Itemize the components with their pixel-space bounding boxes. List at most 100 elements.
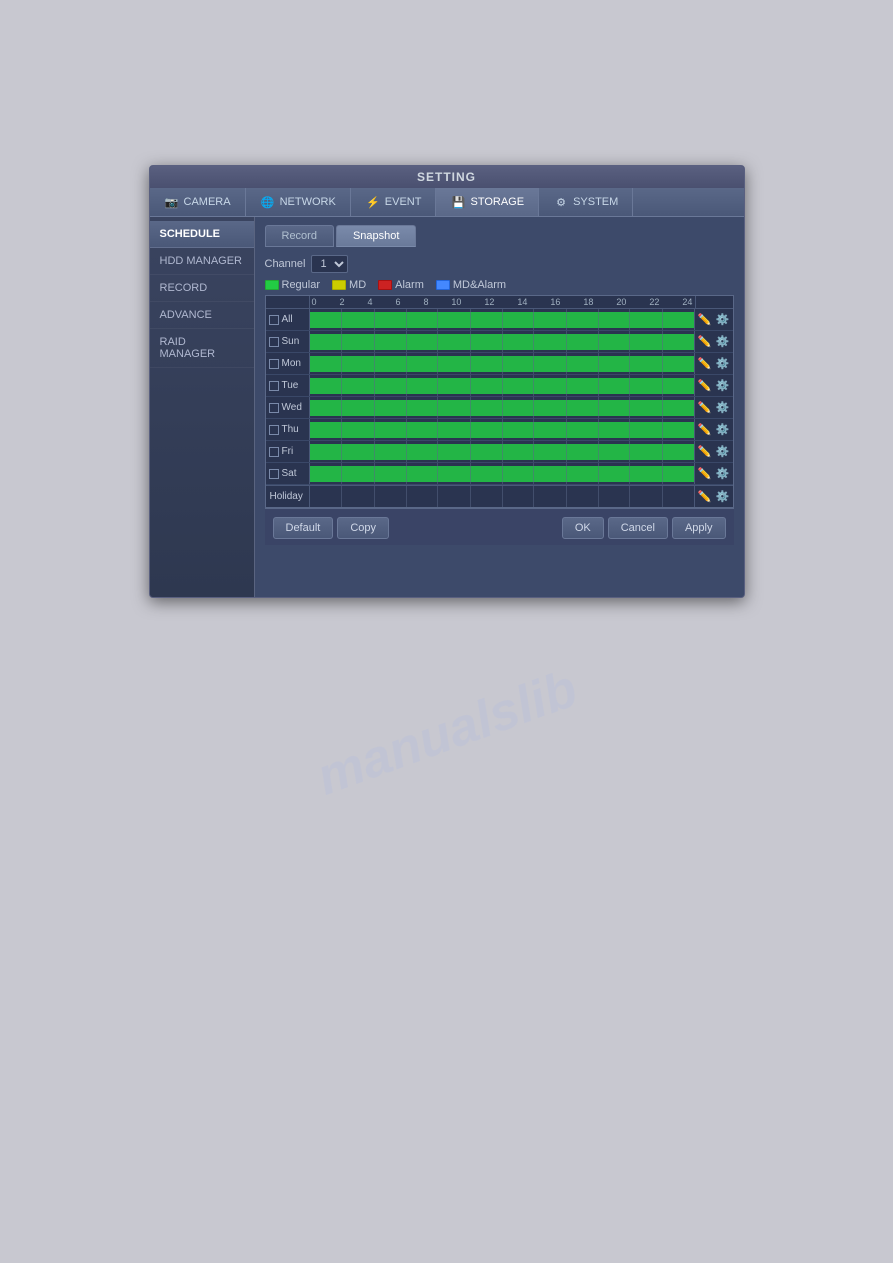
nav-network[interactable]: 🌐 NETWORK: [246, 188, 351, 216]
edit-icon-wed[interactable]: ✏️: [697, 400, 713, 416]
settings-icon-sat[interactable]: ⚙️: [715, 466, 731, 482]
row-label-all: All: [266, 309, 310, 330]
legend-mdalarm-box: [436, 280, 450, 290]
nav-bar: 📷 CAMERA 🌐 NETWORK ⚡ EVENT 💾 STORAGE ⚙ S…: [150, 188, 744, 217]
ok-button[interactable]: OK: [562, 517, 604, 539]
tab-record[interactable]: Record: [265, 225, 334, 247]
camera-icon: 📷: [164, 194, 180, 210]
checkbox-mon[interactable]: [269, 359, 279, 369]
edit-icon-all[interactable]: ✏️: [697, 312, 713, 328]
settings-icon-tue[interactable]: ⚙️: [715, 378, 731, 394]
checkbox-thu[interactable]: [269, 425, 279, 435]
cancel-button[interactable]: Cancel: [608, 517, 668, 539]
edit-icon-sun[interactable]: ✏️: [697, 334, 713, 350]
bar-container-fri[interactable]: [310, 441, 694, 462]
legend-alarm-label: Alarm: [395, 279, 424, 291]
grid-lines-holiday: [310, 486, 694, 507]
row-actions-fri: ✏️ ⚙️: [694, 441, 733, 462]
bottom-right: OK Cancel Apply: [562, 517, 726, 539]
channel-select[interactable]: 1234 5678: [311, 255, 348, 273]
bar-container-sat[interactable]: [310, 463, 694, 484]
storage-icon: 💾: [450, 194, 466, 210]
watermark: manualslib: [309, 658, 585, 807]
edit-icon-thu[interactable]: ✏️: [697, 422, 713, 438]
sidebar-item-record[interactable]: RECORD: [150, 275, 254, 302]
sidebar: SCHEDULE HDD MANAGER RECORD ADVANCE RAID…: [150, 217, 255, 597]
bar-container-holiday[interactable]: [310, 486, 694, 507]
row-label-tue: Tue: [266, 375, 310, 396]
settings-icon-fri[interactable]: ⚙️: [715, 444, 731, 460]
bottom-left: Default Copy: [273, 517, 390, 539]
channel-row: Channel 1234 5678: [265, 255, 734, 273]
schedule-row-holiday: Holiday ✏️ ⚙️: [266, 485, 733, 507]
sidebar-item-schedule[interactable]: SCHEDULE: [150, 221, 254, 248]
apply-button[interactable]: Apply: [672, 517, 726, 539]
bar-container-mon[interactable]: [310, 353, 694, 374]
row-label-mon: Mon: [266, 353, 310, 374]
schedule-grid: 0 2 4 6 8 10 12 14 16 18 20 22 24: [265, 295, 734, 508]
bar-container-wed[interactable]: [310, 397, 694, 418]
edit-icon-mon[interactable]: ✏️: [697, 356, 713, 372]
row-actions-thu: ✏️ ⚙️: [694, 419, 733, 440]
schedule-bar-fri: [310, 444, 694, 460]
nav-storage-label: STORAGE: [470, 196, 524, 208]
bar-container-thu[interactable]: [310, 419, 694, 440]
checkbox-tue[interactable]: [269, 381, 279, 391]
row-actions-tue: ✏️ ⚙️: [694, 375, 733, 396]
default-button[interactable]: Default: [273, 517, 334, 539]
legend-regular-box: [265, 280, 279, 290]
settings-icon-sun[interactable]: ⚙️: [715, 334, 731, 350]
settings-icon-holiday[interactable]: ⚙️: [715, 489, 731, 505]
nav-system[interactable]: ⚙ SYSTEM: [539, 188, 633, 216]
nav-camera[interactable]: 📷 CAMERA: [150, 188, 246, 216]
schedule-bar-thu: [310, 422, 694, 438]
row-actions-mon: ✏️ ⚙️: [694, 353, 733, 374]
settings-icon-mon[interactable]: ⚙️: [715, 356, 731, 372]
row-label-sun: Sun: [266, 331, 310, 352]
checkbox-all[interactable]: [269, 315, 279, 325]
nav-storage[interactable]: 💾 STORAGE: [436, 188, 539, 216]
schedule-row-thu: Thu ✏️: [266, 419, 733, 441]
row-actions-all: ✏️ ⚙️: [694, 309, 733, 330]
settings-icon-wed[interactable]: ⚙️: [715, 400, 731, 416]
grid-label-col-header: [266, 296, 310, 308]
row-label-fri: Fri: [266, 441, 310, 462]
row-actions-holiday: ✏️ ⚙️: [694, 486, 733, 507]
window-title: SETTING: [417, 170, 476, 184]
bar-container-sun[interactable]: [310, 331, 694, 352]
legend-mdalarm: MD&Alarm: [436, 279, 506, 291]
main-window: SETTING 📷 CAMERA 🌐 NETWORK ⚡ EVENT 💾 STO…: [149, 165, 745, 598]
legend-md: MD: [332, 279, 366, 291]
schedule-row-fri: Fri ✏️: [266, 441, 733, 463]
nav-event[interactable]: ⚡ EVENT: [351, 188, 437, 216]
row-actions-sat: ✏️ ⚙️: [694, 463, 733, 484]
edit-icon-fri[interactable]: ✏️: [697, 444, 713, 460]
edit-icon-sat[interactable]: ✏️: [697, 466, 713, 482]
legend-md-box: [332, 280, 346, 290]
settings-icon-all[interactable]: ⚙️: [715, 312, 731, 328]
copy-button[interactable]: Copy: [337, 517, 389, 539]
edit-icon-holiday[interactable]: ✏️: [697, 489, 713, 505]
legend-row: Regular MD Alarm MD&Alarm: [265, 279, 734, 291]
bar-container-all[interactable]: [310, 309, 694, 330]
grid-header: 0 2 4 6 8 10 12 14 16 18 20 22 24: [266, 296, 733, 309]
grid-times: 0 2 4 6 8 10 12 14 16 18 20 22 24: [310, 296, 695, 308]
bar-container-tue[interactable]: [310, 375, 694, 396]
edit-icon-tue[interactable]: ✏️: [697, 378, 713, 394]
checkbox-sat[interactable]: [269, 469, 279, 479]
checkbox-fri[interactable]: [269, 447, 279, 457]
checkbox-sun[interactable]: [269, 337, 279, 347]
bottom-bar: Default Copy OK Cancel Apply: [265, 508, 734, 545]
checkbox-wed[interactable]: [269, 403, 279, 413]
settings-icon-thu[interactable]: ⚙️: [715, 422, 731, 438]
schedule-bar-sat: [310, 466, 694, 482]
nav-event-label: EVENT: [385, 196, 422, 208]
sidebar-item-hdd-manager[interactable]: HDD MANAGER: [150, 248, 254, 275]
sidebar-item-advance[interactable]: ADVANCE: [150, 302, 254, 329]
schedule-bar-sun: [310, 334, 694, 350]
tab-snapshot[interactable]: Snapshot: [336, 225, 416, 247]
nav-network-label: NETWORK: [280, 196, 336, 208]
sidebar-item-raid-manager[interactable]: RAID MANAGER: [150, 329, 254, 368]
row-actions-sun: ✏️ ⚙️: [694, 331, 733, 352]
nav-system-label: SYSTEM: [573, 196, 618, 208]
